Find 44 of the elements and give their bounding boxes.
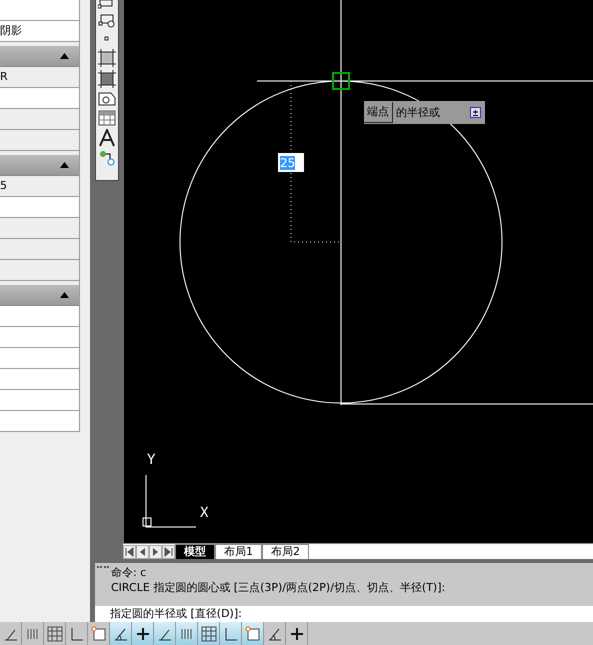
toggle-icon [200,626,216,642]
block-insert-icon[interactable] [98,13,116,29]
drawing-canvas[interactable]: Y X 端点 的半径或 25 [124,0,593,543]
snap-label: 端点 [364,102,393,123]
text-icon[interactable] [98,129,116,147]
status-toggle[interactable] [242,622,264,645]
status-toggle[interactable] [176,622,198,645]
layout-tab[interactable]: 模型 [175,544,215,559]
command-input[interactable]: 指定圆的半径或 [直径(D)]: [95,606,593,622]
tooltip-text: 的半径或 [396,105,441,120]
toggle-icon [288,626,304,642]
region-icon[interactable] [98,91,116,107]
command-line: CIRCLE 指定圆的圆心或 [三点(3P)/两点(2P)/切点、切点、半径(T)]: [111,580,446,595]
layout-tab[interactable]: 布局2 [262,544,309,559]
command-line: 命令: c [111,565,148,580]
collapse-icon[interactable] [60,292,69,298]
gradient-icon[interactable] [98,70,116,88]
status-toggle[interactable] [110,622,132,645]
toggle-icon [134,626,150,642]
toggle-icon [244,626,260,642]
input-value: 25 [280,156,296,170]
expand-icon[interactable] [470,107,481,118]
axis-label: X [200,505,208,521]
snap-marker [332,72,350,90]
toggle-icon [222,626,238,642]
status-toggle[interactable] [132,622,154,645]
toggle-icon [90,626,106,642]
table-icon[interactable] [98,110,116,126]
layout-tab[interactable]: 布局1 [215,544,262,559]
toggle-icon [46,626,62,642]
status-toggle[interactable] [220,622,242,645]
skip-icon[interactable] [123,545,136,559]
attribute-icon[interactable] [98,150,116,166]
grip-icon[interactable] [97,566,109,571]
skip-icon[interactable] [162,545,175,559]
collapse-icon[interactable] [60,162,69,168]
ucs-icon [142,474,196,528]
hatch-icon[interactable] [98,49,116,67]
property-value: 阴影 [0,21,79,42]
status-toggle[interactable] [198,622,220,645]
toggle-icon [68,626,84,642]
status-toggle[interactable] [154,622,176,645]
axis-label: Y [147,452,156,468]
collapse-icon[interactable] [60,53,69,59]
